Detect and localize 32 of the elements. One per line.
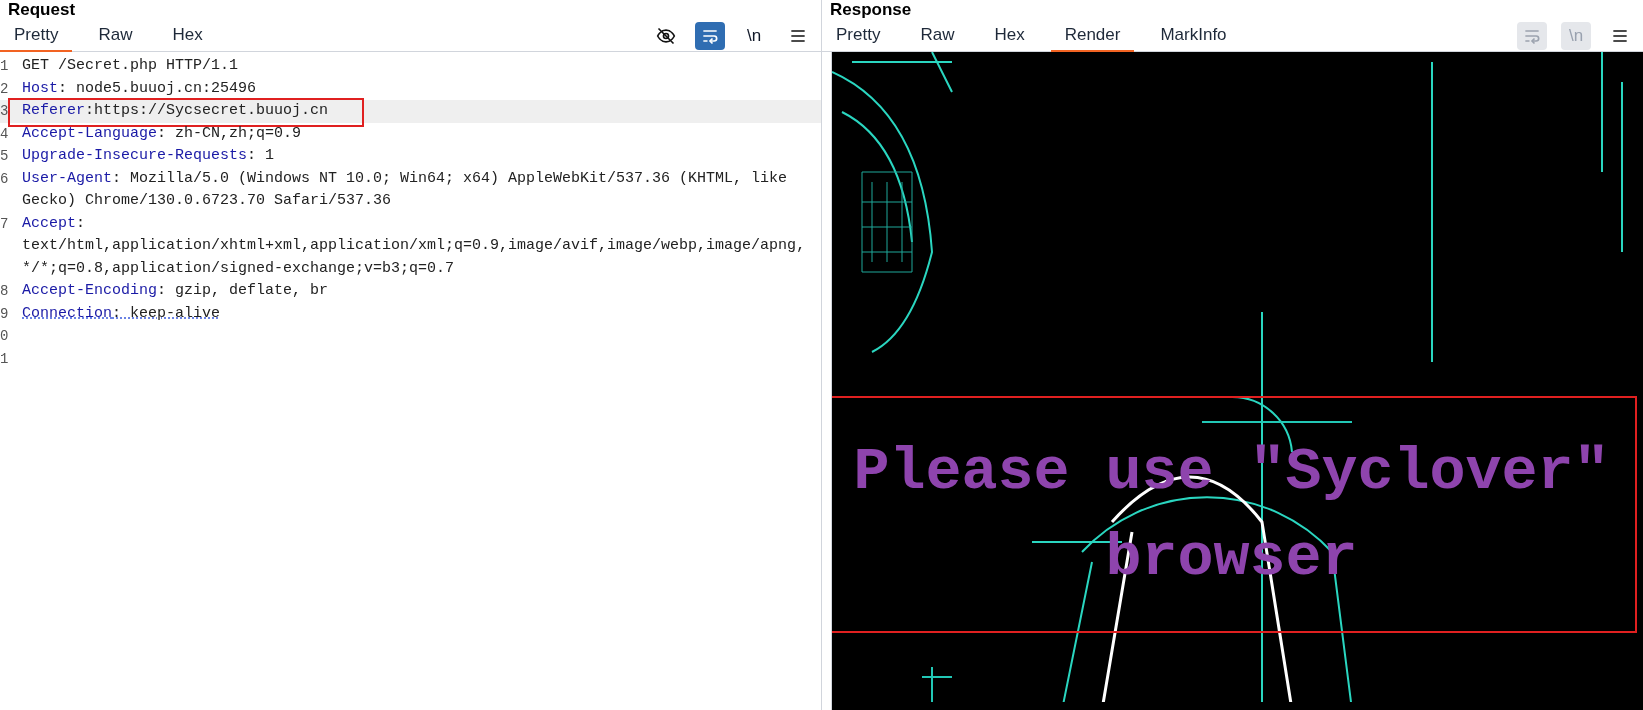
code-line: Accept-Encoding: gzip, deflate, br [22,281,329,301]
newline-toggle-button[interactable]: \n [739,21,769,50]
tab[interactable]: Pretty [0,19,73,52]
line-number: 1 [0,57,10,76]
pane-title: Response [829,0,913,20]
code-line: Upgrade-Insecure-Requests: 1 [22,146,275,166]
line-number: 6 [0,169,10,189]
code-line: Accept: text/html,application/xhtml+xml,application/xml;q=0.9,image/avif,image/webp,image/apng,*/*;q=0.8,application/signed-exchange;v=b3;q=0.7 [22,213,807,279]
word-wrap-button[interactable] [695,21,725,50]
tab[interactable]: Raw [906,19,969,52]
tab[interactable]: MarkInfo [1146,19,1241,52]
tab[interactable]: Hex [980,19,1039,52]
tab[interactable]: Hex [158,19,217,52]
code-line: Connection: keep-alive [22,303,221,324]
pane-title: Request [7,0,77,20]
line-number: 1 [0,349,10,369]
line-number: 4 [0,124,10,144]
code-line: Accept-Language: zh-CN,zh;q=0.9 [22,123,302,144]
line-number: 9 [0,304,10,324]
tab[interactable]: Pretty [822,19,895,52]
line-number: 5 [0,147,10,166]
line-number: 2 [0,79,10,99]
tab[interactable]: Raw [84,19,147,52]
code-line: Referer:https://Sycsecret.buuoj.cn [22,101,329,121]
line-number: 3 [0,102,10,121]
line-number: 0 [0,327,10,346]
line-number: 7 [0,214,10,234]
line-number: 8 [0,282,10,301]
code-line: Host: node5.buuoj.cn:25496 [22,78,257,99]
eye-slash-icon [656,25,676,46]
code-line: User-Agent: Mozilla/5.0 (Windows NT 10.0; Win64; x64) AppleWebKit/537.36 (KHTML, like Gecko) Chrome/130.0.6723.70 Safari/537.36 [22,168,789,211]
code-line: GET /Secret.php HTTP/1.1 [22,56,239,76]
